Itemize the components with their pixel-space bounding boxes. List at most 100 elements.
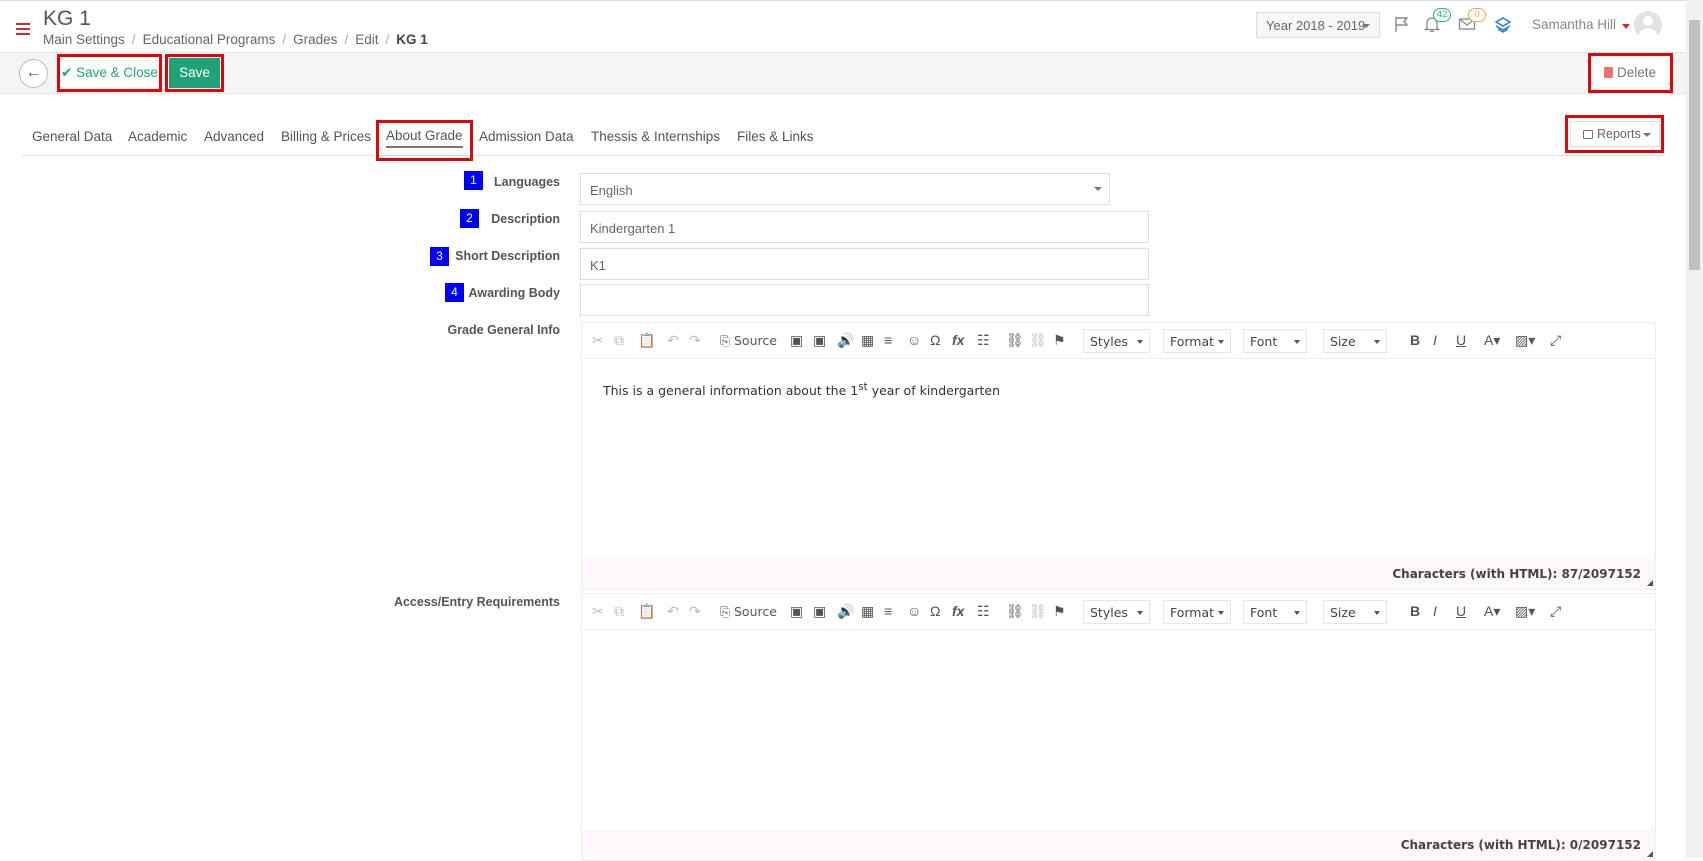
anchor-flag-icon[interactable]: ⚑ <box>1053 332 1066 349</box>
source-button[interactable]: ⎘ Source <box>720 604 777 620</box>
source-button[interactable]: ⎘ Source <box>720 333 777 349</box>
access-requirements-editor[interactable]: ✂ ⧉ 📋 ↶ ↷ ⎘ Source ▣ ▣ 🔊 ▦ ≡ ☺ Ω fx ☷ ⛓ … <box>581 593 1656 861</box>
italic-icon[interactable]: I <box>1433 603 1437 619</box>
maximize-icon[interactable]: ⤢ <box>1550 603 1561 620</box>
grade-info-editor[interactable]: ✂ ⧉ 📋 ↶ ↷ ⎘ Source ▣ ▣ 🔊 ▦ ≡ ☺ Ω fx ☷ ⛓ … <box>581 322 1656 590</box>
underline-icon[interactable]: U <box>1456 332 1466 348</box>
styles-select[interactable]: Styles <box>1083 329 1150 353</box>
user-name[interactable]: Samantha Hill <box>1532 17 1616 32</box>
short-description-field[interactable]: K1 <box>580 248 1149 280</box>
size-select[interactable]: Size <box>1323 600 1387 624</box>
bold-icon[interactable]: B <box>1410 603 1420 619</box>
format-select[interactable]: Format <box>1163 329 1231 353</box>
link-icon[interactable]: ⛓ <box>1006 603 1024 620</box>
reports-label: Reports <box>1597 127 1641 141</box>
cut-icon[interactable]: ✂ <box>592 603 604 620</box>
styles-select[interactable]: Styles <box>1083 600 1150 624</box>
back-button[interactable]: ← <box>19 59 48 88</box>
list-icon[interactable]: ☷ <box>977 332 990 349</box>
copy-icon[interactable]: ⧉ <box>614 603 624 620</box>
link-icon[interactable]: ⛓ <box>1006 332 1024 349</box>
breadcrumb-edit[interactable]: Edit <box>355 32 378 47</box>
editor-toolbar: ✂ ⧉ 📋 ↶ ↷ ⎘ Source ▣ ▣ 🔊 ▦ ≡ ☺ Ω fx ☷ ⛓ … <box>582 594 1655 630</box>
anchor-flag-icon[interactable]: ⚑ <box>1053 603 1066 620</box>
scrollbar-thumb[interactable] <box>1689 20 1700 270</box>
formula-icon[interactable]: fx <box>952 332 964 348</box>
unlink-icon[interactable]: ⛓ <box>1029 603 1047 620</box>
tab-admission-data[interactable]: Admission Data <box>479 129 574 144</box>
flag-icon[interactable] <box>1393 15 1413 35</box>
access-requirements-content[interactable] <box>582 630 1655 830</box>
envelope-icon[interactable]: 0 <box>1458 8 1486 35</box>
underline-icon[interactable]: U <box>1456 603 1466 619</box>
bg-color-icon[interactable]: ▨▾ <box>1515 603 1535 620</box>
paste-icon[interactable]: 📋 <box>638 332 655 349</box>
tab-academic[interactable]: Academic <box>128 129 187 144</box>
cut-icon[interactable]: ✂ <box>592 332 604 349</box>
avatar[interactable] <box>1634 11 1662 39</box>
delete-button[interactable]: Delete <box>1595 59 1665 87</box>
omega-icon[interactable]: Ω <box>930 603 940 619</box>
table-icon[interactable]: ▦ <box>861 603 874 620</box>
year-select[interactable]: Year 2018 - 2019 <box>1256 12 1380 38</box>
tab-billing-prices[interactable]: Billing & Prices <box>281 129 371 144</box>
tab-thessis-internships[interactable]: Thessis & Internships <box>591 129 720 144</box>
text-color-icon[interactable]: A▾ <box>1484 603 1500 620</box>
image-icon[interactable]: ▣ <box>790 603 803 620</box>
font-select[interactable]: Font <box>1243 329 1307 353</box>
save-button[interactable]: Save <box>169 58 220 88</box>
formula-icon[interactable]: fx <box>952 603 964 619</box>
smiley-icon[interactable]: ☺ <box>907 332 921 348</box>
grade-info-content[interactable]: This is a general information about the … <box>582 359 1655 559</box>
printer-icon <box>1583 130 1593 139</box>
languages-select[interactable]: English <box>580 173 1110 205</box>
bell-icon[interactable]: 42 <box>1423 8 1451 35</box>
image-icon[interactable]: ▣ <box>790 332 803 349</box>
action-bar: ← ✔ Save & Close Save Delete <box>0 52 1686 94</box>
horizontal-line-icon[interactable]: ≡ <box>884 603 892 619</box>
size-select[interactable]: Size <box>1323 329 1387 353</box>
tab-files-links[interactable]: Files & Links <box>737 129 814 144</box>
breadcrumb-educational-programs[interactable]: Educational Programs <box>143 32 276 47</box>
bold-icon[interactable]: B <box>1410 332 1420 348</box>
undo-icon[interactable]: ↶ <box>667 332 679 349</box>
description-field[interactable]: Kindergarten 1 <box>580 211 1149 243</box>
omega-icon[interactable]: Ω <box>930 332 940 348</box>
redo-icon[interactable]: ↷ <box>689 332 701 349</box>
resize-handle[interactable] <box>1647 851 1653 857</box>
image2-icon[interactable]: ▣ <box>813 332 826 349</box>
resize-handle[interactable] <box>1647 580 1653 586</box>
breadcrumb-grades[interactable]: Grades <box>293 32 337 47</box>
bg-color-icon[interactable]: ▨▾ <box>1515 332 1535 349</box>
char-counter: Characters (with HTML): 87/2097152 <box>582 559 1655 589</box>
audio-icon[interactable]: 🔊 <box>837 603 854 620</box>
format-select[interactable]: Format <box>1163 600 1231 624</box>
list-icon[interactable]: ☷ <box>977 603 990 620</box>
layers-icon[interactable] <box>1493 15 1513 35</box>
paste-icon[interactable]: 📋 <box>638 603 655 620</box>
undo-icon[interactable]: ↶ <box>667 603 679 620</box>
horizontal-line-icon[interactable]: ≡ <box>884 332 892 348</box>
awarding-body-field[interactable] <box>580 284 1149 316</box>
save-close-button[interactable]: ✔ Save & Close <box>61 58 158 88</box>
breadcrumb-main-settings[interactable]: Main Settings <box>43 32 125 47</box>
reports-button[interactable]: Reports <box>1570 121 1660 147</box>
smiley-icon[interactable]: ☺ <box>907 603 921 619</box>
unlink-icon[interactable]: ⛓ <box>1029 332 1047 349</box>
font-select[interactable]: Font <box>1243 600 1307 624</box>
tab-advanced[interactable]: Advanced <box>204 129 264 144</box>
chevron-down-icon <box>1643 133 1651 137</box>
italic-icon[interactable]: I <box>1433 332 1437 348</box>
scrollbar[interactable] <box>1686 0 1703 858</box>
copy-icon[interactable]: ⧉ <box>614 332 624 349</box>
text-color-icon[interactable]: A▾ <box>1484 332 1500 349</box>
table-icon[interactable]: ▦ <box>861 332 874 349</box>
audio-icon[interactable]: 🔊 <box>837 332 854 349</box>
image2-icon[interactable]: ▣ <box>813 603 826 620</box>
redo-icon[interactable]: ↷ <box>689 603 701 620</box>
tab-general-data[interactable]: General Data <box>32 129 112 144</box>
maximize-icon[interactable]: ⤢ <box>1550 332 1561 349</box>
access-requirements-label: Access/Entry Requirements <box>393 595 560 609</box>
menu-icon[interactable] <box>16 23 30 38</box>
chevron-down-icon[interactable] <box>1622 24 1630 29</box>
